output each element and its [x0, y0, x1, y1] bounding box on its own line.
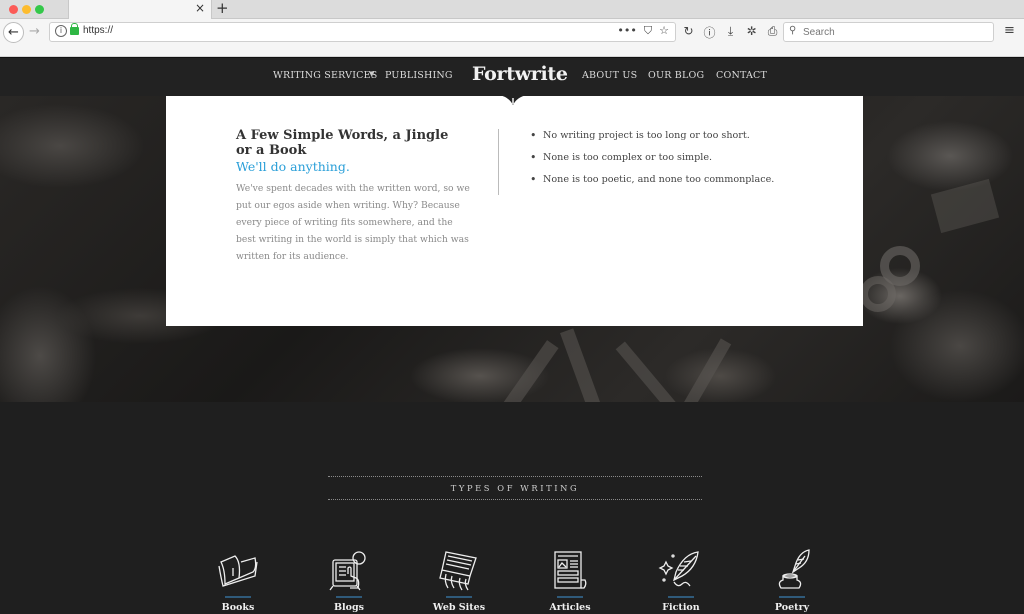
info-icon[interactable]: i [55, 25, 67, 37]
type-articles[interactable]: Articles [535, 548, 605, 613]
type-label: Fiction [662, 602, 700, 613]
laptop-typing-icon [439, 551, 477, 591]
type-label: Books [221, 602, 255, 613]
new-tab-button[interactable]: + [216, 0, 229, 17]
newspaper-icon [554, 551, 587, 589]
type-underline [779, 596, 805, 598]
type-books[interactable]: Books [203, 548, 273, 613]
type-underline [336, 596, 362, 598]
address-bar[interactable]: i https:// ••• ⛉ ☆ [49, 22, 676, 42]
pocket-icon[interactable]: ⛉ [644, 24, 652, 38]
type-poetry[interactable]: Poetry [757, 548, 827, 613]
type-fiction[interactable]: Fiction [646, 548, 716, 613]
nav-our-blog[interactable]: Our Blog [648, 70, 704, 81]
types-of-writing-section: TYPES OF WRITING Books Blogs Web Sites A… [0, 402, 1024, 614]
hero-banner: A Few Simple Words, a Jingle or a Book W… [0, 96, 1024, 402]
type-underline [557, 596, 583, 598]
hero-type-shape [860, 276, 896, 312]
type-underline [225, 596, 251, 598]
print-icon[interactable]: ⎙ [766, 24, 779, 41]
browser-tab-bar: × + [0, 0, 1024, 20]
hero-type-shape [680, 338, 732, 402]
quill-inkwell-icon [778, 549, 810, 589]
list-item: None is too poetic, and none too commonp… [530, 172, 774, 194]
window-close-button[interactable] [9, 5, 18, 14]
type-underline [446, 596, 472, 598]
window-maximize-button[interactable] [35, 5, 44, 14]
header-notch-pointer [499, 95, 527, 105]
extensions-gear-icon[interactable]: ✲ [745, 24, 758, 41]
list-item: None is too complex or too simple. [530, 150, 774, 172]
page-info-icon[interactable]: ⓘ [703, 24, 716, 41]
url-text[interactable]: https:// [83, 25, 113, 36]
section-heading-text: TYPES OF WRITING [450, 483, 580, 493]
download-icon[interactable]: ⤓ [724, 24, 737, 41]
intro-card: A Few Simple Words, a Jingle or a Book W… [166, 96, 863, 326]
dropdown-caret-icon[interactable]: ▼ [369, 70, 374, 78]
browser-toolbar: ← → i https:// ••• ⛉ ☆ ↻ ⓘ ⤓ ✲ ⎙ ⚲ ≡ [0, 19, 1024, 57]
browser-tab[interactable]: × [68, 0, 212, 20]
nav-writing-services[interactable]: Writing Services [273, 70, 377, 81]
quill-sparkle-icon [658, 551, 699, 587]
type-web-sites[interactable]: Web Sites [424, 548, 494, 613]
lock-icon [70, 23, 79, 35]
intro-body: We've spent decades with the written wor… [236, 183, 470, 262]
hero-type-shape [930, 178, 1000, 234]
site-logo[interactable]: Fortwrite [472, 63, 568, 85]
type-blogs[interactable]: Blogs [314, 548, 384, 613]
window-minimize-button[interactable] [22, 5, 31, 14]
intro-title: A Few Simple Words, a Jingle or a Book [236, 128, 449, 158]
site-header: Writing Services ▼ Publishing Fortwrite … [0, 57, 1024, 96]
search-icon: ⚲ [789, 25, 797, 36]
back-button[interactable]: ← [3, 22, 24, 43]
more-actions-icon[interactable]: ••• [617, 24, 636, 38]
card-divider [498, 129, 499, 195]
type-label: Poetry [774, 602, 810, 613]
forward-button[interactable]: → [29, 24, 40, 39]
intro-bullet-list: No writing project is too long or too sh… [530, 128, 774, 194]
type-label: Web Sites [432, 602, 486, 613]
bookmark-star-icon[interactable]: ☆ [659, 24, 669, 38]
nav-publishing[interactable]: Publishing [385, 70, 453, 81]
hero-type-shape [560, 328, 604, 402]
tablet-touch-icon [329, 551, 366, 591]
nav-contact[interactable]: Contact [716, 70, 767, 81]
search-input[interactable] [803, 24, 988, 40]
type-label: Blogs [334, 602, 364, 613]
nav-about-us[interactable]: About Us [582, 70, 637, 81]
tab-close-icon[interactable]: × [195, 1, 205, 15]
type-label: Articles [549, 602, 591, 613]
open-book-icon [218, 555, 258, 587]
intro-subtitle: We'll do anything. [236, 159, 350, 174]
reload-icon[interactable]: ↻ [682, 24, 695, 41]
section-heading: TYPES OF WRITING [328, 476, 702, 500]
type-underline [668, 596, 694, 598]
hamburger-menu-icon[interactable]: ≡ [1004, 23, 1015, 38]
search-box[interactable]: ⚲ [783, 22, 994, 42]
list-item: No writing project is too long or too sh… [530, 128, 774, 150]
hero-type-shape [495, 340, 559, 402]
hero-type-shape [615, 341, 677, 402]
